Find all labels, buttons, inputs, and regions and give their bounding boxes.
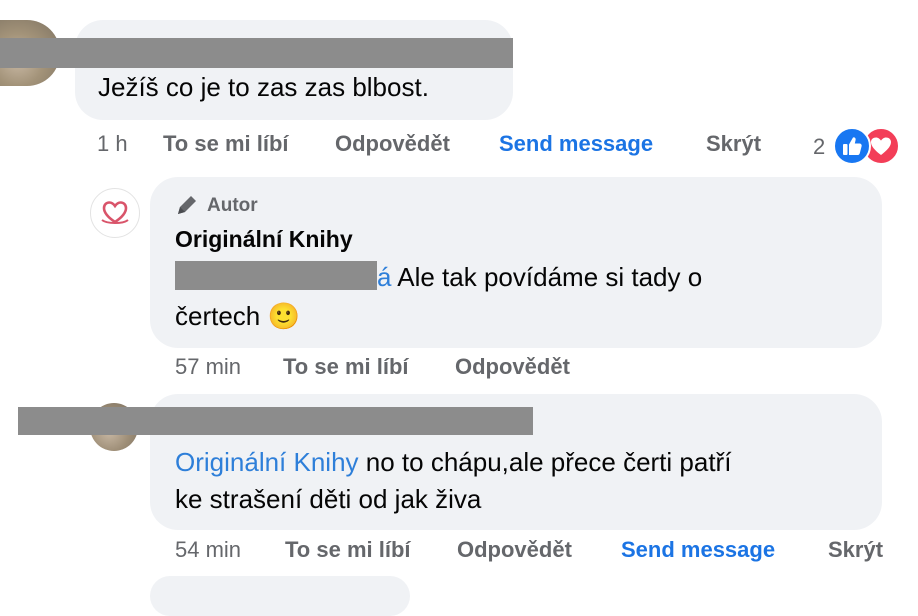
mention-link[interactable]: Originální Knihy	[175, 447, 359, 477]
smile-emoji-icon: 🙂	[267, 301, 300, 331]
comment-text: Ježíš co je to zas zas blbost.	[98, 72, 429, 102]
comment-actions: 1 h To se mi líbí Odpovědět Send message…	[0, 131, 918, 161]
redacted-mention	[175, 261, 377, 290]
reply-button[interactable]: Odpovědět	[455, 354, 570, 380]
author-badge-label: Autor	[207, 195, 258, 216]
redacted-author-name	[0, 38, 513, 68]
comment-actions: 57 min To se mi líbí Odpovědět	[0, 354, 918, 384]
reply-button[interactable]: Odpovědět	[335, 131, 450, 157]
reaction-summary[interactable]: 2	[810, 126, 910, 166]
reaction-count: 2	[813, 134, 826, 159]
like-button[interactable]: To se mi líbí	[163, 131, 289, 157]
comment-text-line-2: čertech 🙂	[175, 301, 300, 331]
reply-button[interactable]: Odpovědět	[457, 537, 572, 563]
author-name[interactable]: Originální Knihy	[175, 226, 353, 253]
timestamp[interactable]: 54 min	[175, 537, 241, 563]
timestamp[interactable]: 57 min	[175, 354, 241, 380]
like-icon	[833, 127, 871, 165]
next-comment-bubble	[150, 576, 410, 616]
avatar-originalni-knihy[interactable]	[90, 188, 140, 238]
logo-icon	[101, 201, 129, 224]
hide-button[interactable]: Skrýt	[828, 537, 883, 563]
comment-actions: 54 min To se mi líbí Odpovědět Send mess…	[0, 537, 918, 567]
pen-icon	[178, 196, 196, 214]
comment-text-line-1: á Ale tak povídáme si tady o	[377, 262, 703, 292]
send-message-button[interactable]: Send message	[499, 131, 653, 157]
timestamp[interactable]: 1 h	[97, 131, 128, 157]
comment-text-line-2: ke strašení děti od jak živa	[175, 484, 482, 514]
like-button[interactable]: To se mi líbí	[283, 354, 409, 380]
mention-link[interactable]: á	[377, 262, 391, 292]
hide-button[interactable]: Skrýt	[706, 131, 761, 157]
send-message-button[interactable]: Send message	[621, 537, 775, 563]
redacted-author-name	[18, 407, 533, 435]
comment-text-line-1: Originální Knihy no to chápu,ale přece č…	[175, 447, 732, 477]
like-button[interactable]: To se mi líbí	[285, 537, 411, 563]
